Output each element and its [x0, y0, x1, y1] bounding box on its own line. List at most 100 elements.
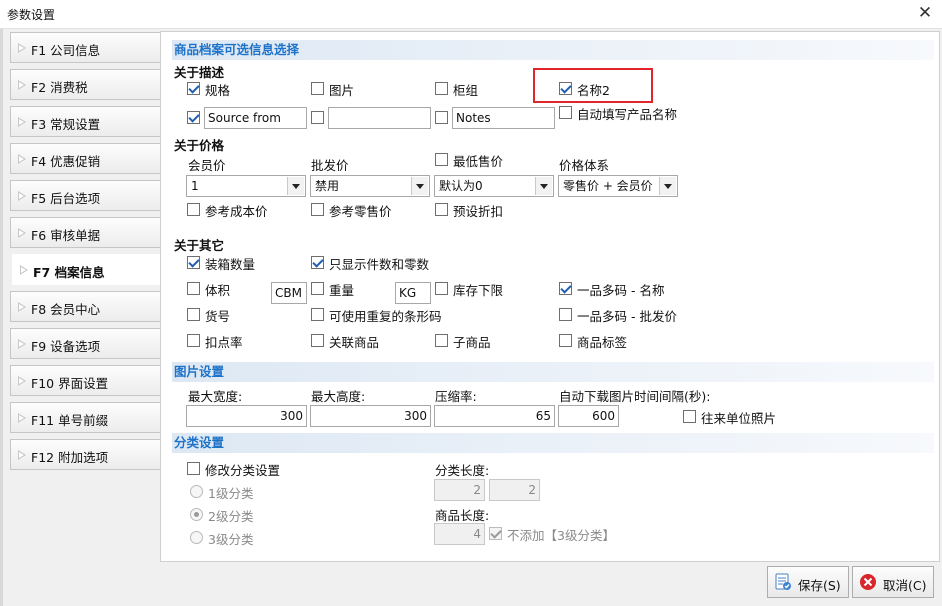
sidebar: F1 公司信息 F2 消费税 F3 常规设置 F4 优惠促销 F5 后台选项 F… — [3, 29, 164, 564]
max-height-label: 最大高度: — [311, 389, 366, 404]
tab-arrow-icon — [18, 228, 26, 238]
cancel-button[interactable]: 取消(C) — [852, 566, 934, 598]
level1-label: 1级分类 — [208, 486, 254, 501]
category-length-1-field[interactable]: 2 — [434, 479, 485, 501]
multi-code-wholesale-checkbox[interactable] — [559, 308, 572, 321]
preset-discount-checkbox[interactable] — [435, 203, 448, 216]
level2-label: 2级分类 — [208, 509, 254, 524]
cancel-icon — [859, 573, 877, 591]
sidebar-item-number-prefix[interactable]: F11 单号前缀 — [10, 402, 160, 433]
tab-arrow-icon — [18, 339, 26, 349]
tab-arrow-icon — [18, 191, 26, 201]
close-icon[interactable]: ✕ — [914, 2, 936, 24]
sidebar-item-extra[interactable]: F12 附加选项 — [10, 439, 160, 470]
multi-code-name-checkbox[interactable] — [559, 282, 572, 295]
no-add-label: 不添加【3级分类】 — [507, 528, 615, 543]
chevron-down-icon — [659, 177, 676, 195]
dup-barcode-label: 可使用重复的条形码 — [329, 309, 442, 324]
section-product-info: 商品档案可选信息选择 — [172, 40, 934, 60]
product-length-field[interactable]: 4 — [434, 523, 485, 545]
dup-barcode-checkbox[interactable] — [311, 308, 324, 321]
sidebar-item-audit[interactable]: F6 审核单据 — [10, 217, 160, 248]
sidebar-item-member[interactable]: F8 会员中心 — [10, 291, 160, 322]
wholesale-select[interactable]: 禁用 — [310, 175, 430, 197]
related-checkbox[interactable] — [311, 334, 324, 347]
partner-photo-label: 往来单位照片 — [701, 411, 777, 426]
spec-checkbox[interactable] — [187, 82, 200, 95]
compress-field[interactable]: 65 — [434, 405, 555, 427]
min-price-value: 默认为0 — [439, 179, 483, 193]
custom1-field[interactable]: Source from — [204, 107, 307, 129]
category-length-2-field[interactable]: 2 — [489, 479, 540, 501]
level2-radio[interactable] — [190, 508, 203, 521]
section-image: 图片设置 — [172, 362, 934, 382]
stock-lower-checkbox[interactable] — [435, 282, 448, 295]
sidebar-item-promotion[interactable]: F4 优惠促销 — [10, 143, 160, 174]
no-add-checkbox[interactable] — [489, 527, 502, 540]
custom3-checkbox[interactable] — [435, 111, 448, 124]
point-rate-checkbox[interactable] — [187, 334, 200, 347]
box-qty-checkbox[interactable] — [187, 256, 200, 269]
level1-radio[interactable] — [190, 485, 203, 498]
tab-arrow-icon — [18, 413, 26, 423]
save-button[interactable]: 保存(S) — [767, 566, 849, 598]
price-system-select[interactable]: 零售价 + 会员价 — [558, 175, 678, 197]
sidebar-item-interface[interactable]: F10 界面设置 — [10, 365, 160, 396]
modify-category-label: 修改分类设置 — [205, 463, 281, 478]
sidebar-item-label: F6 审核单据 — [31, 228, 101, 243]
sidebar-item-company-info[interactable]: F1 公司信息 — [10, 32, 160, 63]
product-tag-checkbox[interactable] — [559, 334, 572, 347]
max-height-field[interactable]: 300 — [310, 405, 431, 427]
volume-checkbox[interactable] — [187, 282, 200, 295]
custom2-field[interactable] — [328, 107, 431, 129]
interval-label: 自动下载图片时间间隔(秒): — [559, 389, 711, 404]
level3-label: 3级分类 — [208, 532, 254, 547]
custom3-field[interactable]: Notes — [452, 107, 555, 129]
sidebar-item-label: F12 附加选项 — [31, 450, 109, 465]
cabinet-label: 柜组 — [453, 83, 479, 98]
name2-checkbox[interactable] — [559, 82, 572, 95]
chevron-down-icon — [411, 177, 428, 195]
stock-lower-label: 库存下限 — [453, 283, 504, 298]
product-length-label: 商品长度: — [435, 508, 490, 523]
sidebar-item-label: F9 设备选项 — [31, 339, 101, 354]
max-width-field[interactable]: 300 — [186, 405, 307, 427]
sidebar-item-archive-info[interactable]: F7 档案信息 — [12, 254, 164, 285]
interval-field[interactable]: 600 — [558, 405, 619, 427]
chevron-down-icon — [287, 177, 304, 195]
auto-fill-label: 自动填写产品名称 — [577, 107, 678, 122]
max-width-label: 最大宽度: — [188, 389, 243, 404]
ref-cost-label: 参考成本价 — [205, 204, 268, 219]
partner-photo-checkbox[interactable] — [683, 410, 696, 423]
related-label: 关联商品 — [329, 335, 380, 350]
min-price-select[interactable]: 默认为0 — [434, 175, 554, 197]
weight-unit-field[interactable]: KG — [395, 282, 431, 304]
sidebar-item-device[interactable]: F9 设备选项 — [10, 328, 160, 359]
ref-retail-label: 参考零售价 — [329, 204, 392, 219]
group-price: 关于价格 — [174, 138, 225, 153]
custom1-checkbox[interactable] — [187, 111, 200, 124]
sidebar-item-backend[interactable]: F5 后台选项 — [10, 180, 160, 211]
level3-radio[interactable] — [190, 531, 203, 544]
sub-product-checkbox[interactable] — [435, 334, 448, 347]
member-price-select[interactable]: 1 — [186, 175, 306, 197]
sidebar-item-consumption-tax[interactable]: F2 消费税 — [10, 69, 160, 100]
wholesale-value: 禁用 — [315, 179, 340, 193]
weight-checkbox[interactable] — [311, 282, 324, 295]
volume-label: 体积 — [205, 283, 231, 298]
sidebar-item-label: F4 优惠促销 — [31, 154, 101, 169]
modify-category-checkbox[interactable] — [187, 462, 200, 475]
ref-retail-checkbox[interactable] — [311, 203, 324, 216]
volume-unit-field[interactable]: CBM — [271, 282, 307, 304]
custom2-checkbox[interactable] — [311, 111, 324, 124]
cabinet-checkbox[interactable] — [435, 82, 448, 95]
min-price-checkbox[interactable] — [435, 153, 448, 166]
sidebar-item-label: F11 单号前缀 — [31, 413, 109, 428]
ref-cost-checkbox[interactable] — [187, 203, 200, 216]
picture-checkbox[interactable] — [311, 82, 324, 95]
show-pieces-label: 只显示件数和零数 — [329, 257, 430, 272]
item-no-checkbox[interactable] — [187, 308, 200, 321]
show-pieces-checkbox[interactable] — [311, 256, 324, 269]
auto-fill-checkbox[interactable] — [559, 106, 572, 119]
sidebar-item-general[interactable]: F3 常规设置 — [10, 106, 160, 137]
